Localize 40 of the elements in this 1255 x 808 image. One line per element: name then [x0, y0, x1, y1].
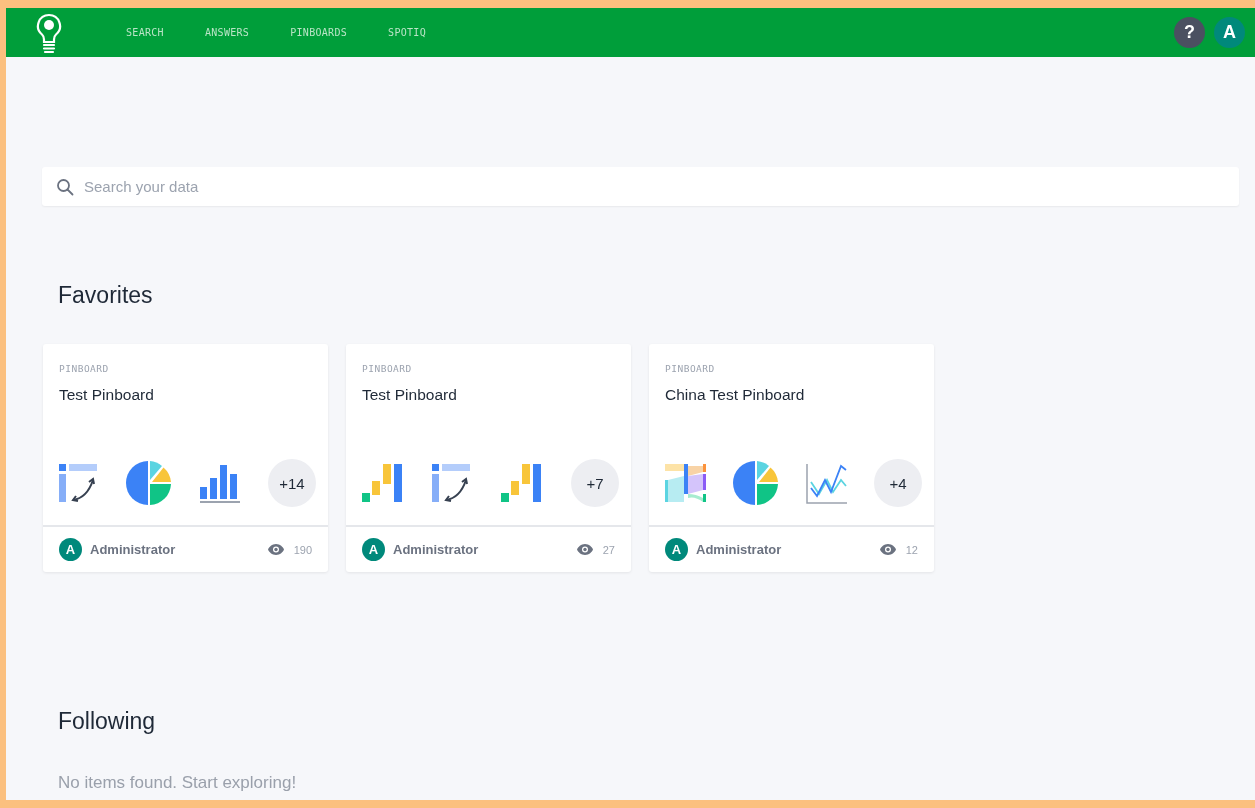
line-chart-icon: [805, 462, 848, 504]
sankey-chart-icon: [665, 462, 707, 504]
card-title: Test Pinboard: [362, 386, 458, 404]
view-count: 190: [293, 543, 312, 556]
more-count-badge[interactable]: +7: [571, 459, 619, 507]
author-name: Administrator: [393, 542, 479, 557]
author-avatar: A: [59, 538, 82, 561]
pinboard-card[interactable]: PINBOARD Test Pinboard +7 A Administrator 27: [346, 344, 631, 572]
more-count-badge[interactable]: +14: [268, 459, 316, 507]
empty-message: No items found. Start exploring!: [58, 773, 298, 793]
pivot-table-icon: [59, 462, 99, 504]
search-field[interactable]: Search your data: [42, 167, 1239, 206]
author-avatar: A: [362, 538, 385, 561]
eye-icon: [879, 544, 896, 555]
eye-icon: [576, 544, 593, 555]
author-name: Administrator: [90, 542, 176, 557]
pie-chart-icon: [126, 460, 172, 506]
author-name: Administrator: [696, 542, 782, 557]
author-avatar: A: [665, 538, 688, 561]
more-count-badge[interactable]: +4: [874, 459, 922, 507]
user-avatar-button[interactable]: A: [1214, 17, 1245, 48]
card-type-label: PINBOARD: [362, 363, 413, 374]
section-heading: Favorites: [58, 282, 154, 309]
card-type-label: PINBOARD: [665, 363, 716, 374]
pinboard-card[interactable]: PINBOARD China Test Pinboard +4 A Administrator 12: [649, 344, 934, 572]
help-button[interactable]: ?: [1174, 17, 1205, 48]
waterfall-chart-icon: [362, 462, 404, 504]
bar-chart-icon: [199, 462, 241, 504]
view-count: 27: [602, 543, 615, 556]
card-title: Test Pinboard: [59, 386, 155, 404]
pivot-table-icon: [432, 462, 473, 504]
lightbulb-logo-icon[interactable]: [36, 12, 62, 55]
card-title: China Test Pinboard: [665, 386, 806, 404]
view-count: 12: [905, 543, 918, 556]
pinboard-card[interactable]: PINBOARD Test Pinboard +14 A Administrator 190: [43, 344, 328, 572]
card-type-label: PINBOARD: [59, 363, 110, 374]
section-heading: Following: [58, 708, 157, 735]
pie-chart-icon: [733, 460, 780, 506]
eye-icon: [267, 544, 284, 555]
waterfall-chart-icon: [500, 462, 543, 504]
